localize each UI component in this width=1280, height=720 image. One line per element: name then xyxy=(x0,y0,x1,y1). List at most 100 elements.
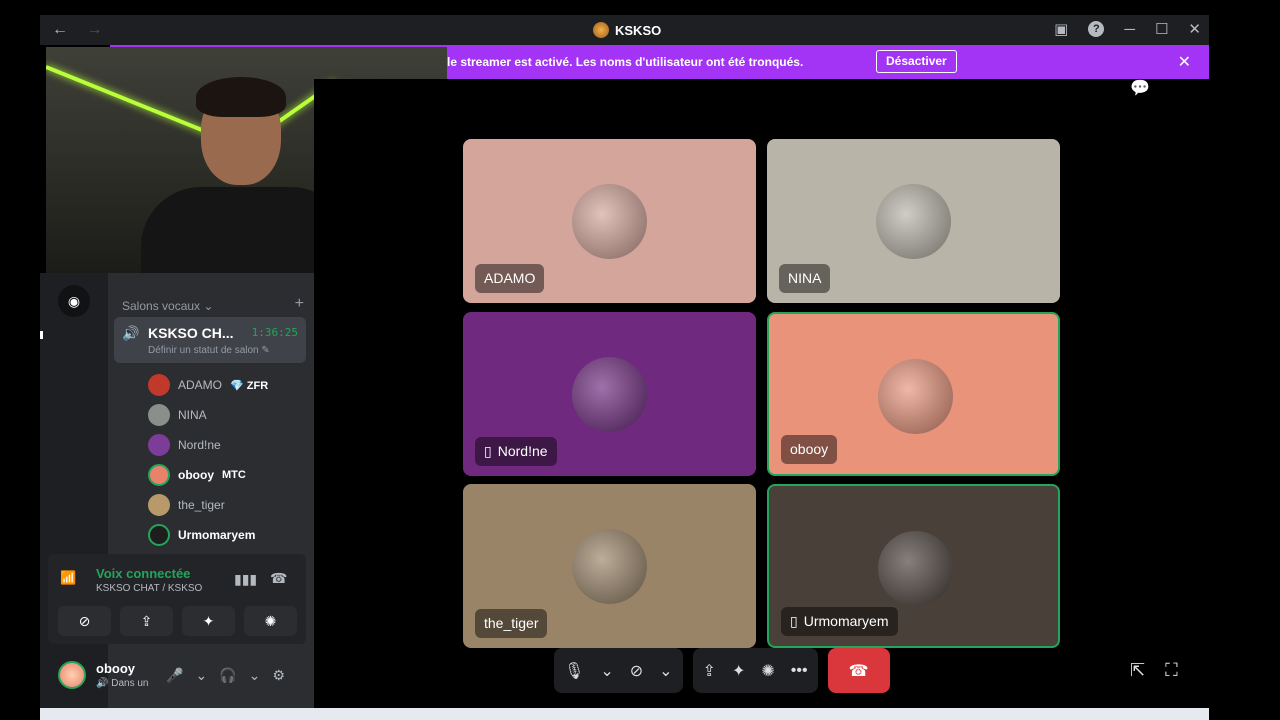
call-timer: 1:36:25 xyxy=(251,326,298,339)
stage-corner-controls: ⇱ ⛶ xyxy=(1130,660,1178,681)
activity-controls: ⇪ ✦ ✺ ••• xyxy=(692,648,818,693)
microphone-icon[interactable]: 🎤 xyxy=(166,667,183,684)
server-icon xyxy=(593,22,609,38)
gear-icon[interactable]: ⚙ xyxy=(272,667,285,684)
avatar xyxy=(878,359,953,434)
user-name[interactable]: obooy xyxy=(96,661,135,676)
participant-name-text: Urmomaryem xyxy=(803,613,889,629)
channel-status[interactable]: Définir un statut de salon ✎ xyxy=(148,345,270,356)
window-controls: ▣ ? ─ ☐ ✕ xyxy=(1054,20,1201,39)
participant-tile[interactable]: ▯ Urmomaryem xyxy=(767,484,1060,648)
participant-name: ▯ Urmomaryem xyxy=(781,607,898,636)
minimize-icon[interactable]: ─ xyxy=(1124,21,1135,38)
participant-tile[interactable]: ADAMO xyxy=(463,139,756,303)
fullscreen-icon[interactable]: ⛶ xyxy=(1165,660,1178,681)
close-icon[interactable]: ✕ xyxy=(1188,20,1201,38)
streamer-hair xyxy=(196,77,286,117)
user-controls: 🎤 ⌄ 🎧 ⌄ ⚙ xyxy=(166,667,285,684)
voice-connected-channel[interactable]: KSKSO CHAT / KSKSO xyxy=(96,583,202,594)
chevron-down-icon[interactable]: ⌄ xyxy=(600,661,613,681)
microphone-icon[interactable]: 🎙 xyxy=(564,661,584,681)
participant-tile[interactable]: the_tiger xyxy=(463,484,756,648)
voice-channel-name: KSKSO CH... xyxy=(148,325,234,341)
mobile-icon: ▯ xyxy=(484,443,492,459)
avatar xyxy=(878,531,953,606)
chevron-down-icon[interactable]: ⌄ xyxy=(659,661,672,681)
leave-call-button[interactable]: ☎ xyxy=(827,648,890,693)
participant-tile[interactable]: ▯ Nord!ne xyxy=(463,312,756,476)
back-icon[interactable]: ← xyxy=(52,21,68,38)
activities-icon[interactable]: ✦ xyxy=(732,661,745,681)
activities-button[interactable]: ✦ xyxy=(182,606,235,636)
participant-name: obooy xyxy=(781,435,838,464)
more-icon[interactable]: ••• xyxy=(791,662,808,680)
voice-panel-buttons: ⊘ ⇪ ✦ ✺ xyxy=(58,606,297,636)
banner-text: le streamer est activé. Les noms d'utili… xyxy=(447,55,804,69)
voice-member[interactable]: Nord!ne xyxy=(148,433,221,457)
chevron-down-icon[interactable]: ⌄ xyxy=(249,667,261,684)
avatar xyxy=(572,184,647,259)
participant-name: ADAMO xyxy=(475,264,545,293)
os-taskbar xyxy=(40,708,1209,720)
avatar[interactable] xyxy=(58,661,86,689)
chevron-down-icon[interactable]: ⌄ xyxy=(195,667,207,684)
user-panel: obooy 🔊 Dans un 🎤 ⌄ 🎧 ⌄ ⚙ xyxy=(48,651,306,701)
soundboard-button[interactable]: ✺ xyxy=(244,606,297,636)
chat-icon[interactable]: 💬 xyxy=(1130,78,1150,98)
avatar xyxy=(572,529,647,604)
disconnect-icon[interactable]: ☎ xyxy=(270,570,287,587)
soundboard-icon[interactable]: ✺ xyxy=(761,661,774,681)
member-badge: MTC xyxy=(222,469,246,481)
voice-connection-panel: 📶 Voix connectée KSKSO CHAT / KSKSO ▮▮▮ … xyxy=(48,554,306,644)
speaker-icon: 🔊 xyxy=(122,325,140,341)
help-icon[interactable]: ? xyxy=(1088,21,1105,37)
voice-member[interactable]: Urmomaryem xyxy=(148,523,255,547)
avatar xyxy=(148,524,170,546)
participant-tile[interactable]: obooy xyxy=(767,312,1060,476)
participant-name: ▯ Nord!ne xyxy=(475,437,557,466)
voice-category-header[interactable]: Salons vocaux ⌄ xyxy=(122,299,213,313)
mobile-icon: ▯ xyxy=(790,613,798,629)
avatar xyxy=(876,184,951,259)
disable-streamer-button[interactable]: Désactiver xyxy=(876,50,957,73)
add-channel-icon[interactable]: + xyxy=(295,295,304,313)
avatar xyxy=(148,434,170,456)
voice-member[interactable]: the_tiger xyxy=(148,493,225,517)
voice-member[interactable]: obooy MTC xyxy=(148,463,246,487)
camera-off-icon[interactable]: ⊘ xyxy=(630,661,643,681)
voice-stage xyxy=(314,79,1209,708)
screen-share-icon[interactable]: ⇪ xyxy=(703,661,716,681)
av-controls: 🎙 ⌄ ⊘ ⌄ xyxy=(554,648,683,693)
participant-name: the_tiger xyxy=(475,609,548,638)
maximize-icon[interactable]: ☐ xyxy=(1155,20,1168,38)
avatar xyxy=(148,464,170,486)
discord-home-icon[interactable]: ◉ xyxy=(58,285,90,317)
participant-name-text: Nord!ne xyxy=(497,443,548,459)
voice-connected-title[interactable]: Voix connectée xyxy=(96,566,190,581)
participant-tile[interactable]: NINA xyxy=(767,139,1060,303)
participant-name-text: ADAMO xyxy=(484,270,536,286)
screen-share-button[interactable]: ⇪ xyxy=(120,606,173,636)
headphones-icon[interactable]: 🎧 xyxy=(219,667,236,684)
forward-icon[interactable]: → xyxy=(86,21,102,38)
member-name: ADAMO xyxy=(178,378,223,392)
participant-name-text: NINA xyxy=(788,270,822,286)
camera-off-button[interactable]: ⊘ xyxy=(58,606,111,636)
member-name: NINA xyxy=(178,408,207,422)
signal-icon[interactable]: 📶 xyxy=(60,570,76,586)
banner-close-icon[interactable]: ✕ xyxy=(1178,52,1191,72)
noise-suppression-icon[interactable]: ▮▮▮ xyxy=(234,571,257,588)
voice-member[interactable]: ADAMO 💎 ZFR xyxy=(148,373,268,397)
inbox-icon[interactable]: ▣ xyxy=(1054,20,1068,38)
voice-channel[interactable]: 🔊 KSKSO CH... 1:36:25 Définir un statut … xyxy=(114,317,306,363)
participant-name: NINA xyxy=(779,264,831,293)
avatar xyxy=(572,357,647,432)
popout-icon[interactable]: ⇱ xyxy=(1130,660,1145,681)
avatar xyxy=(148,404,170,426)
window-title: KSKSO xyxy=(593,22,661,38)
voice-member[interactable]: NINA xyxy=(148,403,207,427)
discord-window: ← → KSKSO ▣ ? ─ ☐ ✕ le streamer est acti… xyxy=(40,15,1209,708)
member-name: Urmomaryem xyxy=(178,528,256,542)
window-title-text: KSKSO xyxy=(615,22,662,38)
avatar xyxy=(148,374,170,396)
